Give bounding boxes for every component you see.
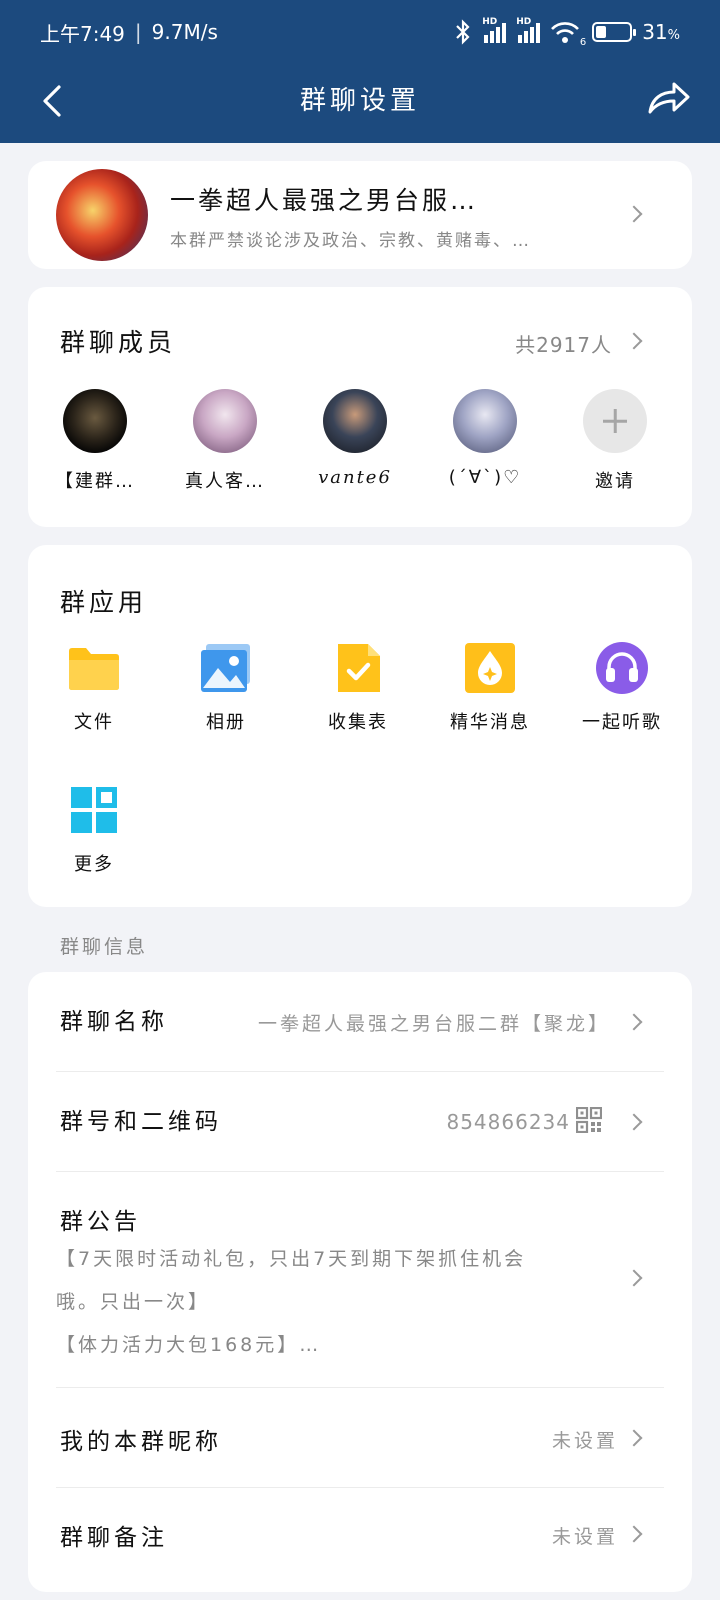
- my-nickname-row[interactable]: 我的本群昵称 未设置: [56, 1388, 664, 1488]
- app-label: 收集表: [328, 712, 388, 733]
- nav-bar: 群聊设置: [0, 64, 720, 143]
- member-name: 真人客…: [185, 471, 265, 492]
- battery-percent: 31%: [642, 20, 680, 44]
- notice-text: 【7天限时活动礼包，只出7天到期下架抓住机会 哦。只出一次】 【体力活力大包16…: [56, 1238, 596, 1367]
- notice-line: 【体力活力大包168元】…: [56, 1334, 322, 1356]
- more-apps-icon: [66, 782, 122, 838]
- group-number-row[interactable]: 群号和二维码 854866234: [56, 1072, 664, 1172]
- group-profile-card[interactable]: 一拳超人最强之男台服… 本群严禁谈论涉及政治、宗教、黄赌毒、…: [28, 161, 692, 269]
- app-files[interactable]: 文件: [28, 640, 160, 734]
- avatar: [323, 389, 387, 453]
- notice-line: 【7天限时活动礼包，只出7天到期下架抓住机会: [56, 1248, 527, 1270]
- share-icon[interactable]: [646, 78, 692, 118]
- member-name: vante6: [318, 467, 392, 488]
- folder-icon: [66, 640, 122, 696]
- invite-button[interactable]: 邀请: [560, 389, 670, 493]
- status-bar: 上午7:49 | 9.7M/s HD HD 6 31%: [0, 0, 720, 64]
- chevron-right-icon: [625, 205, 643, 223]
- row-label: 群号和二维码: [60, 1109, 222, 1135]
- avatar: [63, 389, 127, 453]
- row-label: 群聊备注: [60, 1525, 168, 1551]
- chevron-right-icon: [625, 1269, 643, 1287]
- remark-value: 未设置: [551, 1526, 618, 1548]
- nickname-value: 未设置: [551, 1430, 618, 1452]
- app-label: 更多: [74, 854, 114, 875]
- chevron-right-icon: [625, 1013, 643, 1031]
- app-more[interactable]: 更多: [28, 782, 160, 876]
- members-title: 群聊成员: [60, 328, 177, 357]
- member-item[interactable]: vante6: [300, 389, 410, 488]
- app-album[interactable]: 相册: [160, 640, 292, 734]
- status-speed: 9.7M/s: [151, 20, 218, 44]
- group-remark-row[interactable]: 群聊备注 未设置: [56, 1488, 664, 1588]
- status-time: 上午7:49: [40, 21, 125, 46]
- chevron-right-icon: [625, 1429, 643, 1447]
- member-item[interactable]: 真人客…: [170, 389, 280, 493]
- group-info-card: 群聊名称 一拳超人最强之男台服二群【聚龙】 群号和二维码 854866234 群…: [28, 972, 692, 1592]
- chevron-right-icon: [625, 1525, 643, 1543]
- member-name: (ˊ∀ˋ)♡: [448, 467, 522, 488]
- group-name-row[interactable]: 群聊名称 一拳超人最强之男台服二群【聚龙】: [56, 972, 664, 1072]
- header: 上午7:49 | 9.7M/s HD HD 6 31% 群聊设置: [0, 0, 720, 143]
- row-label: 群公告: [60, 1209, 141, 1235]
- essence-icon: [462, 640, 518, 696]
- group-description: 本群严禁谈论涉及政治、宗教、黄赌毒、…: [170, 231, 531, 251]
- invite-label: 邀请: [595, 471, 635, 492]
- member-item[interactable]: 【建群…: [40, 389, 150, 493]
- bluetooth-icon: [456, 19, 470, 45]
- app-label: 文件: [74, 712, 114, 733]
- group-notice-row[interactable]: 群公告 【7天限时活动礼包，只出7天到期下架抓住机会 哦。只出一次】 【体力活力…: [56, 1172, 664, 1388]
- app-form[interactable]: 收集表: [292, 640, 424, 734]
- group-avatar: [56, 169, 148, 261]
- notice-line: 哦。只出一次】: [56, 1291, 211, 1313]
- photo-album-icon: [198, 640, 254, 696]
- chevron-right-icon[interactable]: [625, 332, 643, 350]
- signal-icon: HD: [516, 17, 541, 43]
- group-name-value: 一拳超人最强之男台服二群【聚龙】: [257, 1013, 610, 1035]
- status-divider: |: [134, 20, 142, 44]
- group-apps-card: 群应用 文件 相册 收集表 精华消息 一起听歌 更多: [28, 545, 692, 907]
- wifi-badge: 6: [579, 37, 587, 48]
- wifi-icon: 6: [550, 20, 586, 48]
- apps-title: 群应用: [60, 588, 148, 617]
- group-name: 一拳超人最强之男台服…: [170, 186, 479, 215]
- signal-hd-label: HD: [482, 17, 498, 27]
- app-listen-together[interactable]: 一起听歌: [556, 640, 688, 734]
- headphones-icon: [594, 640, 650, 696]
- app-label: 精华消息: [450, 712, 530, 733]
- member-item[interactable]: (ˊ∀ˋ)♡: [430, 389, 540, 488]
- member-name: 【建群…: [55, 471, 135, 492]
- group-info-section-label: 群聊信息: [60, 936, 149, 958]
- app-essence[interactable]: 精华消息: [424, 640, 556, 734]
- app-label: 一起听歌: [582, 712, 662, 733]
- app-label: 相册: [206, 712, 246, 733]
- form-icon: [330, 640, 386, 696]
- plus-icon: [583, 389, 647, 453]
- avatar: [193, 389, 257, 453]
- qr-code-icon[interactable]: [576, 1107, 602, 1133]
- members-card: 群聊成员 共2917人 【建群… 真人客… vante6 (ˊ∀ˋ)♡ 邀请: [28, 287, 692, 527]
- battery-icon: [592, 22, 637, 42]
- chevron-right-icon: [625, 1113, 643, 1131]
- signal-hd-label: HD: [516, 17, 532, 27]
- signal-icon: HD: [482, 17, 507, 43]
- row-label: 群聊名称: [60, 1009, 168, 1035]
- page-title: 群聊设置: [299, 86, 420, 116]
- row-label: 我的本群昵称: [60, 1429, 222, 1455]
- avatar: [453, 389, 517, 453]
- member-count[interactable]: 共2917人: [515, 329, 612, 358]
- group-number-value: 854866234: [446, 1110, 570, 1134]
